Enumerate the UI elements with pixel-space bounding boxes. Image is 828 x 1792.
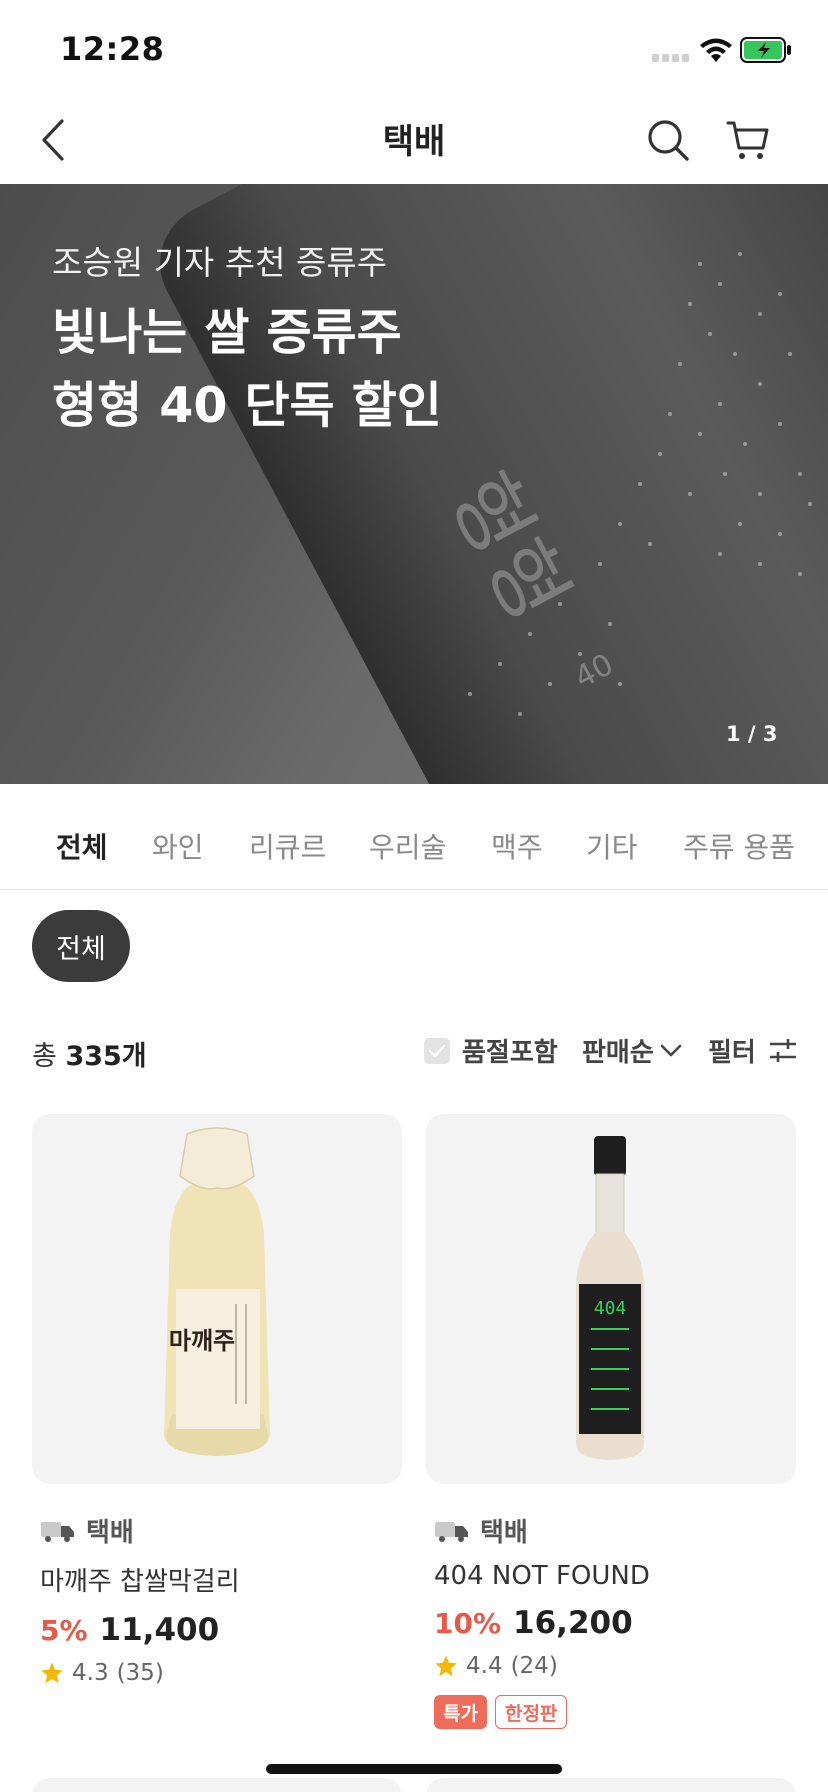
- filter-label: 필터: [708, 1038, 756, 1068]
- product-price: 16,200: [513, 1605, 633, 1641]
- bottle-404-text: 404: [594, 1298, 627, 1319]
- rating-value: 4.3: [72, 1660, 109, 1686]
- review-count: (24): [510, 1653, 558, 1679]
- cart-button[interactable]: [718, 110, 778, 170]
- wifi-icon: [698, 36, 734, 64]
- truck-icon: [435, 1521, 468, 1542]
- tab-wine[interactable]: 와인: [152, 826, 204, 866]
- tab-accessories[interactable]: 주류 용품: [683, 826, 795, 866]
- tab-beer[interactable]: 맥주: [491, 826, 543, 866]
- status-time: 12:28: [60, 30, 165, 68]
- cellular-signal-icon: [652, 54, 692, 62]
- price-row: 10% 16,200: [434, 1605, 796, 1641]
- subcategory-chip-all[interactable]: 전체: [32, 910, 130, 982]
- banner-title-line2: 형형 40 단독 할인: [52, 377, 442, 434]
- banner-title: 빛나는 쌀 증류주 형형 40 단독 할인: [52, 296, 442, 442]
- filter-button[interactable]: 필터: [708, 1032, 798, 1069]
- product-image[interactable]: 404: [426, 1114, 796, 1484]
- battery-icon: [740, 37, 792, 63]
- discount-rate: 10%: [434, 1607, 502, 1640]
- bottle-brand-text: 마깨주: [169, 1327, 235, 1355]
- search-icon: [648, 120, 689, 161]
- list-summary-row: 총 335개 품절포함 판매순 필터: [0, 1022, 828, 1078]
- delivery-type: 택배: [40, 1512, 402, 1549]
- next-product-card-peek[interactable]: [32, 1778, 402, 1792]
- rating-row: 4.4 (24): [434, 1653, 796, 1679]
- total-count-value: 335개: [65, 1041, 147, 1072]
- tab-etc[interactable]: 기타: [586, 826, 638, 866]
- search-button[interactable]: [640, 110, 696, 170]
- tab-all[interactable]: 전체: [56, 826, 108, 866]
- bottle-404-image: 404: [576, 1136, 644, 1460]
- chevron-down-icon: [660, 1044, 682, 1056]
- price-row: 5% 11,400: [40, 1612, 402, 1648]
- product-name[interactable]: 마깨주 찹쌀막걸리: [40, 1561, 402, 1598]
- delivery-label: 택배: [480, 1518, 528, 1548]
- makgeolli-bottle-image: 마깨주: [164, 1127, 270, 1456]
- banner-page-indicator: 1 / 3: [726, 722, 778, 746]
- filter-icon: [769, 1038, 796, 1062]
- product-badges: 특가 한정판: [434, 1695, 796, 1729]
- total-prefix: 총: [32, 1041, 57, 1072]
- limited-edition-badge: 한정판: [494, 1695, 568, 1729]
- include-soldout-toggle[interactable]: 품절포함: [424, 1032, 558, 1069]
- banner-title-line1: 빛나는 쌀 증류주: [52, 304, 402, 361]
- top-nav-bar: 택배: [0, 96, 828, 184]
- rating-row: 4.3 (35): [40, 1660, 402, 1686]
- star-icon: [435, 1655, 457, 1677]
- sort-label: 판매순: [582, 1038, 654, 1068]
- promo-banner[interactable]: 형형 40 조승원 기자 추천 증류주 빛나는 쌀 증류주 형형 40 단독 할…: [0, 184, 828, 784]
- soldout-label: 품절포함: [462, 1038, 558, 1068]
- tab-liqueur[interactable]: 리큐르: [249, 826, 326, 866]
- page-title: 택배: [382, 122, 446, 162]
- cart-icon: [726, 121, 769, 159]
- delivery-label: 택배: [86, 1518, 134, 1548]
- review-count: (35): [116, 1660, 164, 1686]
- checkbox-icon: [424, 1037, 450, 1064]
- status-bar: 12:28: [0, 0, 828, 96]
- product-card[interactable]: 마깨주 택배 마깨주 찹쌀막걸리 5% 11,400 4.3 (35): [32, 1114, 402, 1686]
- total-count: 총 335개: [32, 1034, 147, 1073]
- product-card[interactable]: 404 택배 404 NOT FOUND 10% 16,200 4.4 (24)…: [426, 1114, 796, 1729]
- next-product-card-peek[interactable]: [426, 1778, 796, 1792]
- truck-icon: [41, 1521, 74, 1542]
- banner-subtitle: 조승원 기자 추천 증류주: [52, 243, 388, 282]
- home-indicator[interactable]: [266, 1764, 562, 1774]
- tab-traditional[interactable]: 우리술: [369, 826, 446, 866]
- special-price-badge: 특가: [434, 1695, 487, 1729]
- sort-dropdown[interactable]: 판매순: [582, 1032, 682, 1069]
- discount-rate: 5%: [40, 1614, 88, 1647]
- star-icon: [41, 1662, 63, 1684]
- product-image[interactable]: 마깨주: [32, 1114, 402, 1484]
- product-price: 11,400: [99, 1612, 220, 1648]
- product-name[interactable]: 404 NOT FOUND: [434, 1561, 796, 1591]
- delivery-type: 택배: [434, 1512, 796, 1549]
- rating-value: 4.4: [466, 1653, 503, 1679]
- category-tabs: 전체 와인 리큐르 우리술 맥주 기타 주류 용품: [0, 784, 828, 890]
